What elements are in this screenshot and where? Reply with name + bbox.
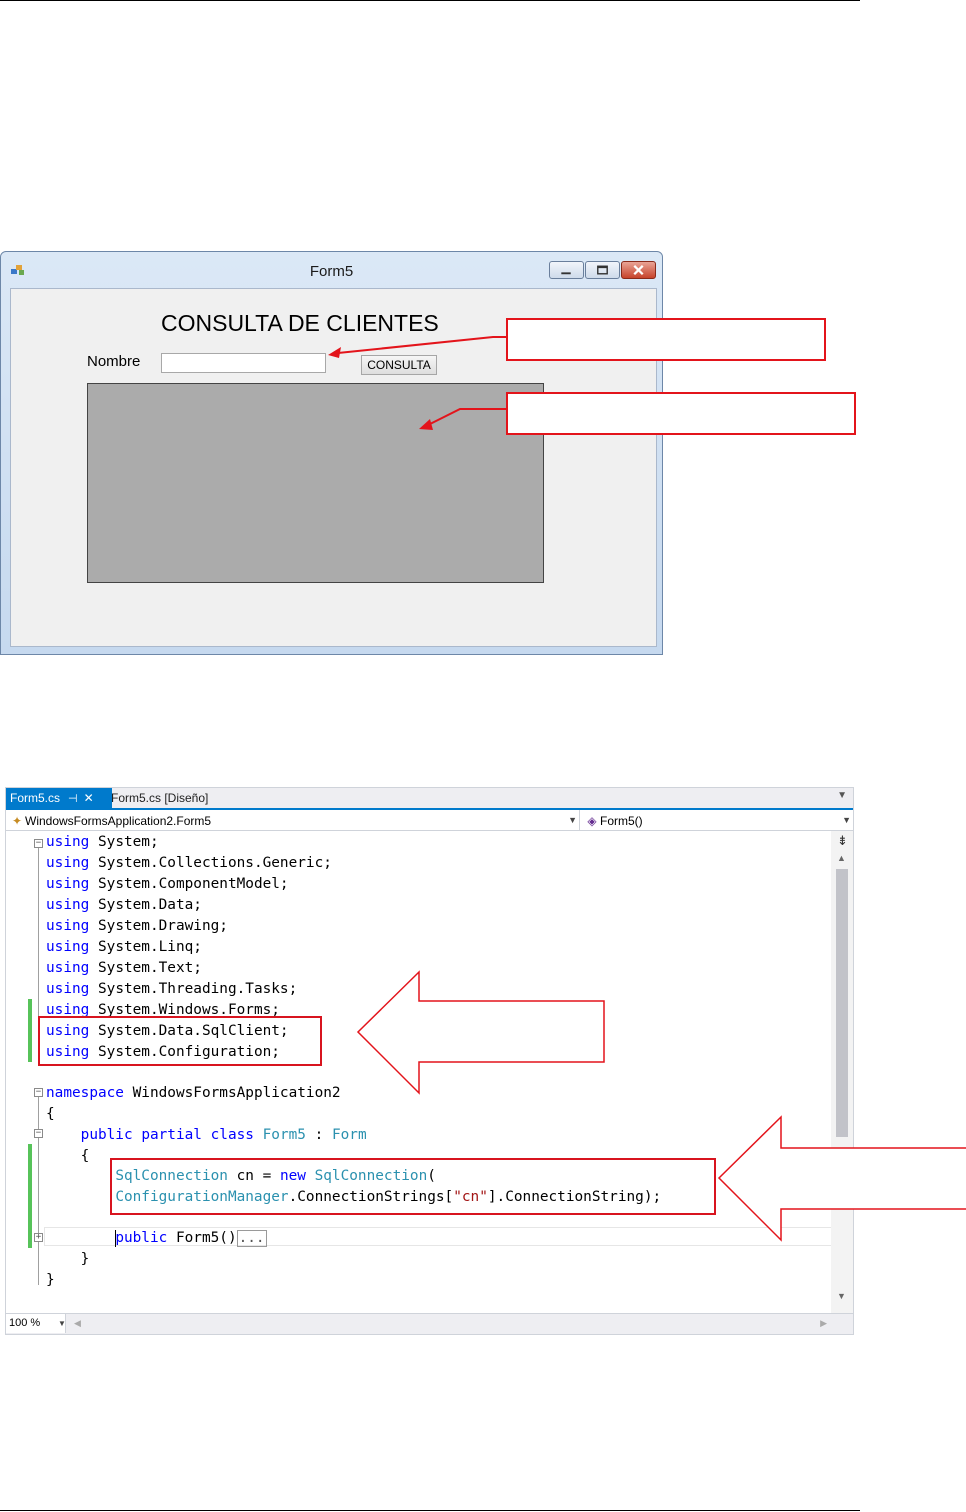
navigation-bar: ✦ WindowsFormsApplication2.Form5 ▼ ◈ Form5…	[6, 810, 853, 831]
scroll-up-icon[interactable]: ▲	[837, 853, 846, 863]
close-icon	[633, 264, 644, 276]
code-line: using System.Threading.Tasks;	[46, 981, 298, 997]
tab-form5-design[interactable]: Form5.cs [Diseño]	[107, 788, 212, 808]
fold-toggle-icon[interactable]: −	[34, 839, 43, 848]
member-dropdown-value: Form5()	[600, 813, 643, 828]
scroll-thumb[interactable]	[836, 869, 848, 1137]
code-line: using System.Linq;	[46, 939, 202, 955]
code-line: using System.Drawing;	[46, 918, 228, 934]
chevron-down-icon: ▼	[568, 815, 577, 825]
class-dropdown-value: WindowsFormsApplication2.Form5	[25, 813, 212, 828]
code-line: using System.ComponentModel;	[46, 876, 289, 892]
zoom-dropdown[interactable]: 100 %	[6, 1314, 66, 1333]
splitter-icon[interactable]: ⇟	[837, 833, 848, 849]
code-line: using System.Collections.Generic;	[46, 855, 332, 871]
code-line: }	[46, 1272, 55, 1288]
code-text-area[interactable]: − − − + using System; using System.Colle…	[6, 831, 832, 1315]
connection-highlight-box	[110, 1158, 716, 1215]
close-button[interactable]	[621, 261, 656, 279]
vertical-scrollbar[interactable]: ⇟ ▲ ▼	[831, 831, 853, 1315]
code-line: namespace WindowsFormsApplication2	[46, 1085, 341, 1101]
name-label: Nombre	[87, 353, 141, 370]
collapsed-region-marker[interactable]: ...	[236, 1230, 267, 1247]
change-indicator	[28, 1144, 32, 1248]
class-icon: ✦	[11, 813, 23, 828]
results-datagrid[interactable]	[87, 383, 544, 583]
top-rule	[0, 0, 860, 1]
expand-toggle-icon[interactable]: +	[34, 1233, 43, 1242]
code-line: using System.Data;	[46, 897, 202, 913]
editor-tab-strip: Form5.cs ⊣ ✕ Form5.cs [Diseño] ▼	[6, 788, 853, 810]
fold-guide	[38, 1138, 39, 1230]
consulta-button[interactable]: CONSULTA	[361, 355, 437, 375]
change-indicator	[28, 999, 32, 1062]
code-line: {	[46, 1148, 90, 1164]
editor-status-bar: 100 % ▼ ◀ ▶	[6, 1313, 853, 1334]
code-line: using System.Text;	[46, 960, 202, 976]
fold-toggle-icon[interactable]: −	[34, 1129, 43, 1138]
maximize-button[interactable]	[585, 261, 620, 279]
code-line: public Form5()...	[115, 1229, 267, 1247]
tab-form5-cs[interactable]: Form5.cs ⊣ ✕	[6, 788, 112, 808]
window-titlebar[interactable]: Form5	[1, 252, 662, 288]
code-line: {	[46, 1106, 55, 1122]
class-dropdown[interactable]: ✦ WindowsFormsApplication2.Form5 ▼	[6, 810, 580, 830]
chevron-down-icon: ▼	[842, 815, 851, 825]
pin-icon[interactable]: ⊣	[68, 793, 78, 805]
close-tab-icon[interactable]: ✕	[84, 791, 94, 805]
tab-overflow-icon[interactable]: ▼	[837, 790, 847, 801]
textbox-callout-box	[506, 318, 826, 361]
scroll-left-icon[interactable]: ◀	[74, 1318, 81, 1329]
tab-label: Form5.cs	[10, 791, 61, 805]
zoom-level: 100 %	[9, 1317, 41, 1329]
code-line: public partial class Form5 : Form	[80, 1127, 367, 1143]
member-dropdown[interactable]: ◈ Form5() ▼	[581, 810, 853, 830]
grid-callout-box	[506, 392, 856, 435]
using-highlight-box	[38, 1016, 322, 1066]
method-icon: ◈	[587, 813, 597, 828]
scroll-right-icon[interactable]: ▶	[820, 1318, 827, 1329]
name-input[interactable]	[161, 353, 326, 373]
chevron-down-icon: ▼	[58, 1319, 66, 1328]
fold-toggle-icon[interactable]: −	[34, 1088, 43, 1097]
form-heading: CONSULTA DE CLIENTES	[161, 310, 439, 336]
minimize-button[interactable]	[549, 261, 584, 279]
minimize-icon	[561, 272, 571, 275]
bottom-rule	[0, 1510, 860, 1511]
scroll-down-icon[interactable]: ▼	[837, 1291, 846, 1301]
maximize-icon	[597, 265, 608, 275]
code-line: using System;	[46, 834, 159, 850]
code-line: }	[46, 1251, 90, 1267]
